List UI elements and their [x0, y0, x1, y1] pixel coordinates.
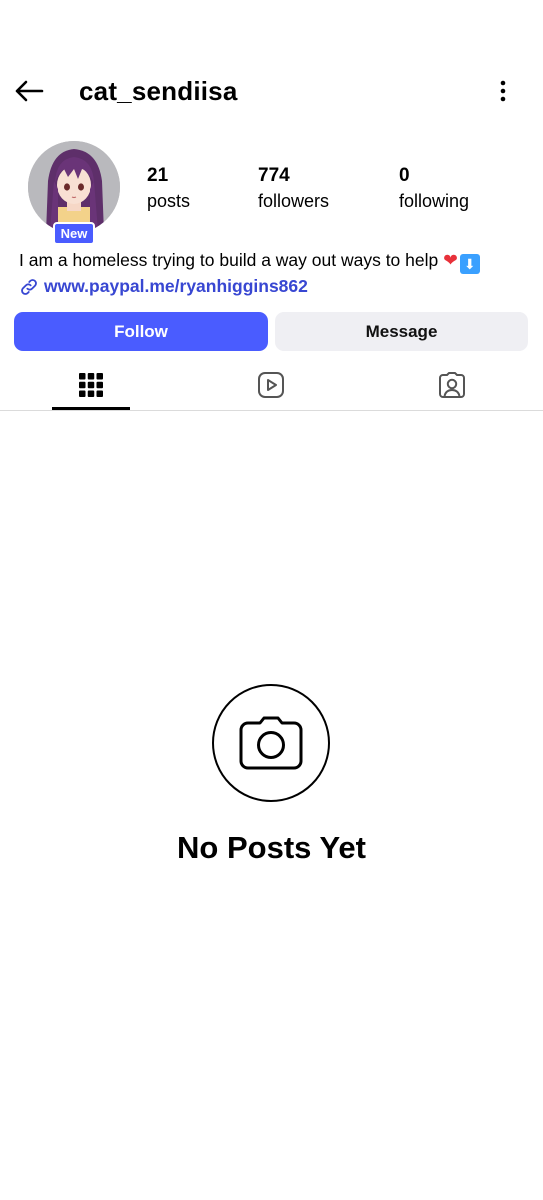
heart-emoji: ❤ [443, 250, 458, 270]
camera-icon [239, 716, 303, 770]
following-stat[interactable]: 0 following [399, 164, 469, 213]
posts-label: posts [147, 191, 191, 211]
back-button[interactable] [10, 72, 48, 110]
tab-posts-grid[interactable] [52, 360, 130, 410]
tab-tagged[interactable] [413, 360, 491, 410]
arrow-left-icon [15, 80, 44, 102]
followers-label: followers [258, 191, 330, 211]
tab-reels[interactable] [232, 360, 310, 410]
profile-tabs [0, 360, 543, 411]
following-count: 0 [399, 165, 410, 186]
more-vertical-icon [500, 80, 506, 102]
new-badge: New [53, 222, 95, 245]
bio-link[interactable]: www.paypal.me/ryanhiggins862 [19, 276, 308, 297]
followers-count: 774 [258, 165, 290, 186]
followers-stat[interactable]: 774 followers [258, 164, 329, 213]
link-icon [21, 278, 37, 295]
follow-button[interactable]: Follow [14, 312, 268, 351]
reels-icon [258, 372, 284, 398]
tagged-icon [439, 372, 465, 398]
active-tab-indicator [52, 407, 130, 410]
bio-link-text: www.paypal.me/ryanhiggins862 [44, 276, 308, 296]
posts-count: 21 [147, 165, 169, 186]
empty-state-title: No Posts Yet [177, 830, 366, 865]
avatar-image [28, 141, 120, 233]
more-options-button[interactable] [488, 76, 518, 106]
message-button[interactable]: Message [275, 312, 528, 351]
bio: I am a homeless trying to build a way ou… [19, 248, 480, 274]
bio-text: I am a homeless trying to build a way ou… [19, 250, 444, 270]
avatar[interactable] [28, 141, 120, 233]
down-arrow-emoji: ⬇ [459, 254, 480, 274]
empty-state-icon-circle [212, 684, 330, 802]
page-title: cat_sendiisa [79, 76, 238, 106]
profile-header: cat_sendiisa [0, 0, 543, 140]
following-label: following [399, 191, 470, 211]
posts-stat[interactable]: 21 posts [147, 164, 190, 213]
grid-icon [79, 373, 103, 397]
